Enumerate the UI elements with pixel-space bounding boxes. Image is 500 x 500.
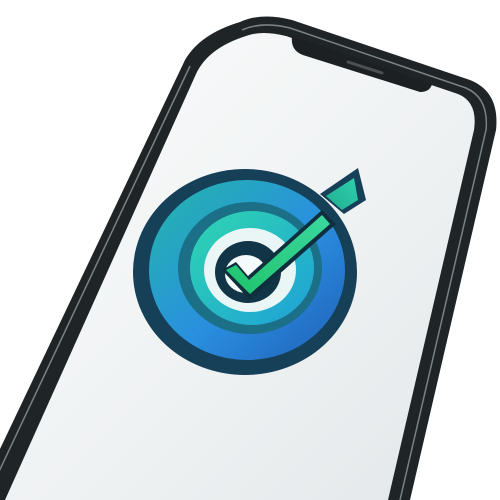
- phone-illustration: [0, 16, 497, 500]
- phone-photo: [0, 0, 500, 500]
